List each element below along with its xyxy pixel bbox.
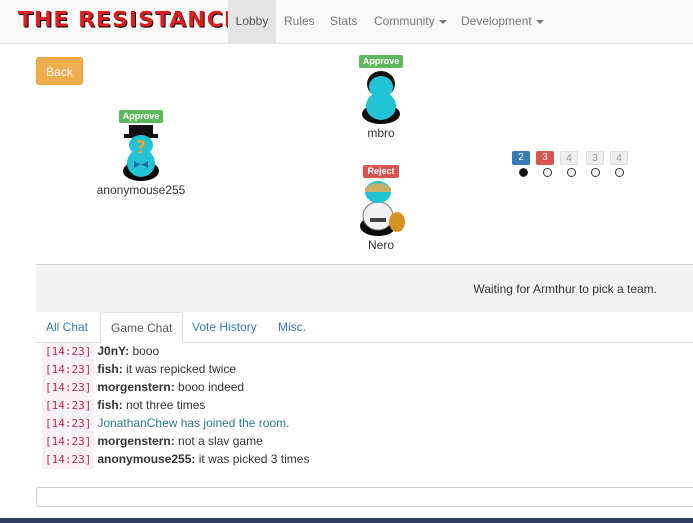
chat-input[interactable] — [36, 487, 693, 507]
nav-community-label: Community — [374, 14, 435, 28]
chat-user: fish: — [97, 362, 123, 376]
tab-vote-history[interactable]: Vote History — [182, 312, 267, 342]
chat-timestamp: [14:23] — [42, 397, 95, 415]
mission-box: 3 — [536, 151, 554, 165]
mission-box: 4 — [610, 151, 628, 165]
svg-text:?: ? — [136, 137, 146, 158]
chat-timestamp: [14:23] — [42, 379, 95, 397]
player-avatar: ? — [123, 125, 159, 181]
vote-badge: Reject — [363, 165, 399, 178]
tab-game-chat[interactable]: Game Chat — [100, 312, 184, 343]
chat-timestamp: [14:23] — [42, 361, 95, 379]
tab-all-chat[interactable]: All Chat — [36, 312, 98, 342]
vote-track-dot — [543, 168, 552, 177]
mission-box: 3 — [586, 151, 604, 165]
chat-timestamp: [14:23] — [42, 451, 95, 469]
vote-track-dot — [591, 168, 600, 177]
chat-user: morgenstern: — [97, 380, 175, 394]
chat-user: fish: — [97, 398, 123, 412]
nav-community[interactable]: Community — [374, 0, 447, 43]
chat-timestamp: [14:23] — [42, 415, 95, 433]
back-button[interactable]: Back — [36, 57, 83, 85]
nav-development-label: Development — [461, 14, 532, 28]
status-bar: Waiting for Armthur to pick a team. — [36, 264, 693, 312]
player-name: mbro — [367, 126, 395, 140]
chat-message: [14:23] morgenstern: booo indeed — [42, 378, 245, 397]
vote-badge: Approve — [358, 55, 404, 68]
chat-text: not a slav game — [174, 434, 263, 448]
chat-text: it was picked 3 times — [195, 452, 310, 466]
nav-lobby[interactable]: Lobby — [228, 0, 276, 43]
vote-track-dot — [615, 168, 624, 177]
chat-timestamp: [14:23] — [42, 433, 95, 451]
chat-log[interactable]: [14:23] J0nY: booo [14:23] fish: it was re… — [36, 342, 693, 476]
chevron-down-icon — [438, 19, 447, 24]
navbar: THE RESISTANCE Lobby Rules Stats Communi… — [0, 0, 693, 44]
player-name: anonymouse255 — [96, 183, 186, 197]
player-name: Nero — [367, 238, 394, 252]
chat-message: [14:23] anonymouse255: it was picked 3 ti… — [42, 450, 310, 469]
brand-logo[interactable]: THE RESISTANCE — [18, 9, 240, 33]
nav-rules[interactable]: Rules — [284, 0, 315, 43]
chat-message: [14:23] J0nY: booo — [42, 342, 160, 361]
chat-user: morgenstern: — [97, 434, 175, 448]
status-text: Waiting for Armthur to pick a team. — [473, 282, 657, 296]
mission-box: 2 — [512, 151, 530, 165]
player-avatar — [360, 181, 405, 236]
tab-misc[interactable]: Misc. — [268, 312, 316, 342]
player-seat[interactable]: Approve mbro — [331, 53, 431, 140]
nav-stats[interactable]: Stats — [330, 0, 357, 43]
chat-message: [14:23] JonathanChew has joined the room. — [42, 414, 290, 433]
chat-system-text: JonathanChew has joined the room. — [97, 416, 290, 430]
player-seat[interactable]: Approve ? anonymouse255 — [91, 108, 191, 197]
taskbar-edge — [0, 518, 693, 523]
chat-text: booo — [129, 344, 160, 358]
chat-tabs: All Chat Game Chat Vote History Misc. — [36, 312, 693, 343]
player-seat[interactable]: Reject Nero — [331, 163, 431, 252]
chat-user: J0nY: — [97, 344, 130, 358]
chat-text: not three times — [122, 398, 206, 412]
chat-message: [14:23] fish: it was repicked twice — [42, 360, 237, 379]
chat-timestamp: [14:23] — [42, 343, 95, 361]
vote-badge: Approve — [118, 110, 164, 123]
chat-message: [14:23] morgenstern: not a slav game — [42, 432, 263, 451]
mission-box: 4 — [560, 151, 578, 165]
chevron-down-icon — [535, 19, 544, 24]
vote-track-dot — [567, 168, 576, 177]
chat-text: it was repicked twice — [122, 362, 237, 376]
chat-text: booo indeed — [174, 380, 245, 394]
vote-track-dot — [519, 168, 528, 177]
chat-user: anonymouse255: — [97, 452, 196, 466]
nav-development[interactable]: Development — [461, 0, 544, 43]
player-avatar — [362, 71, 400, 124]
chat-message: [14:23] fish: not three times — [42, 396, 206, 415]
